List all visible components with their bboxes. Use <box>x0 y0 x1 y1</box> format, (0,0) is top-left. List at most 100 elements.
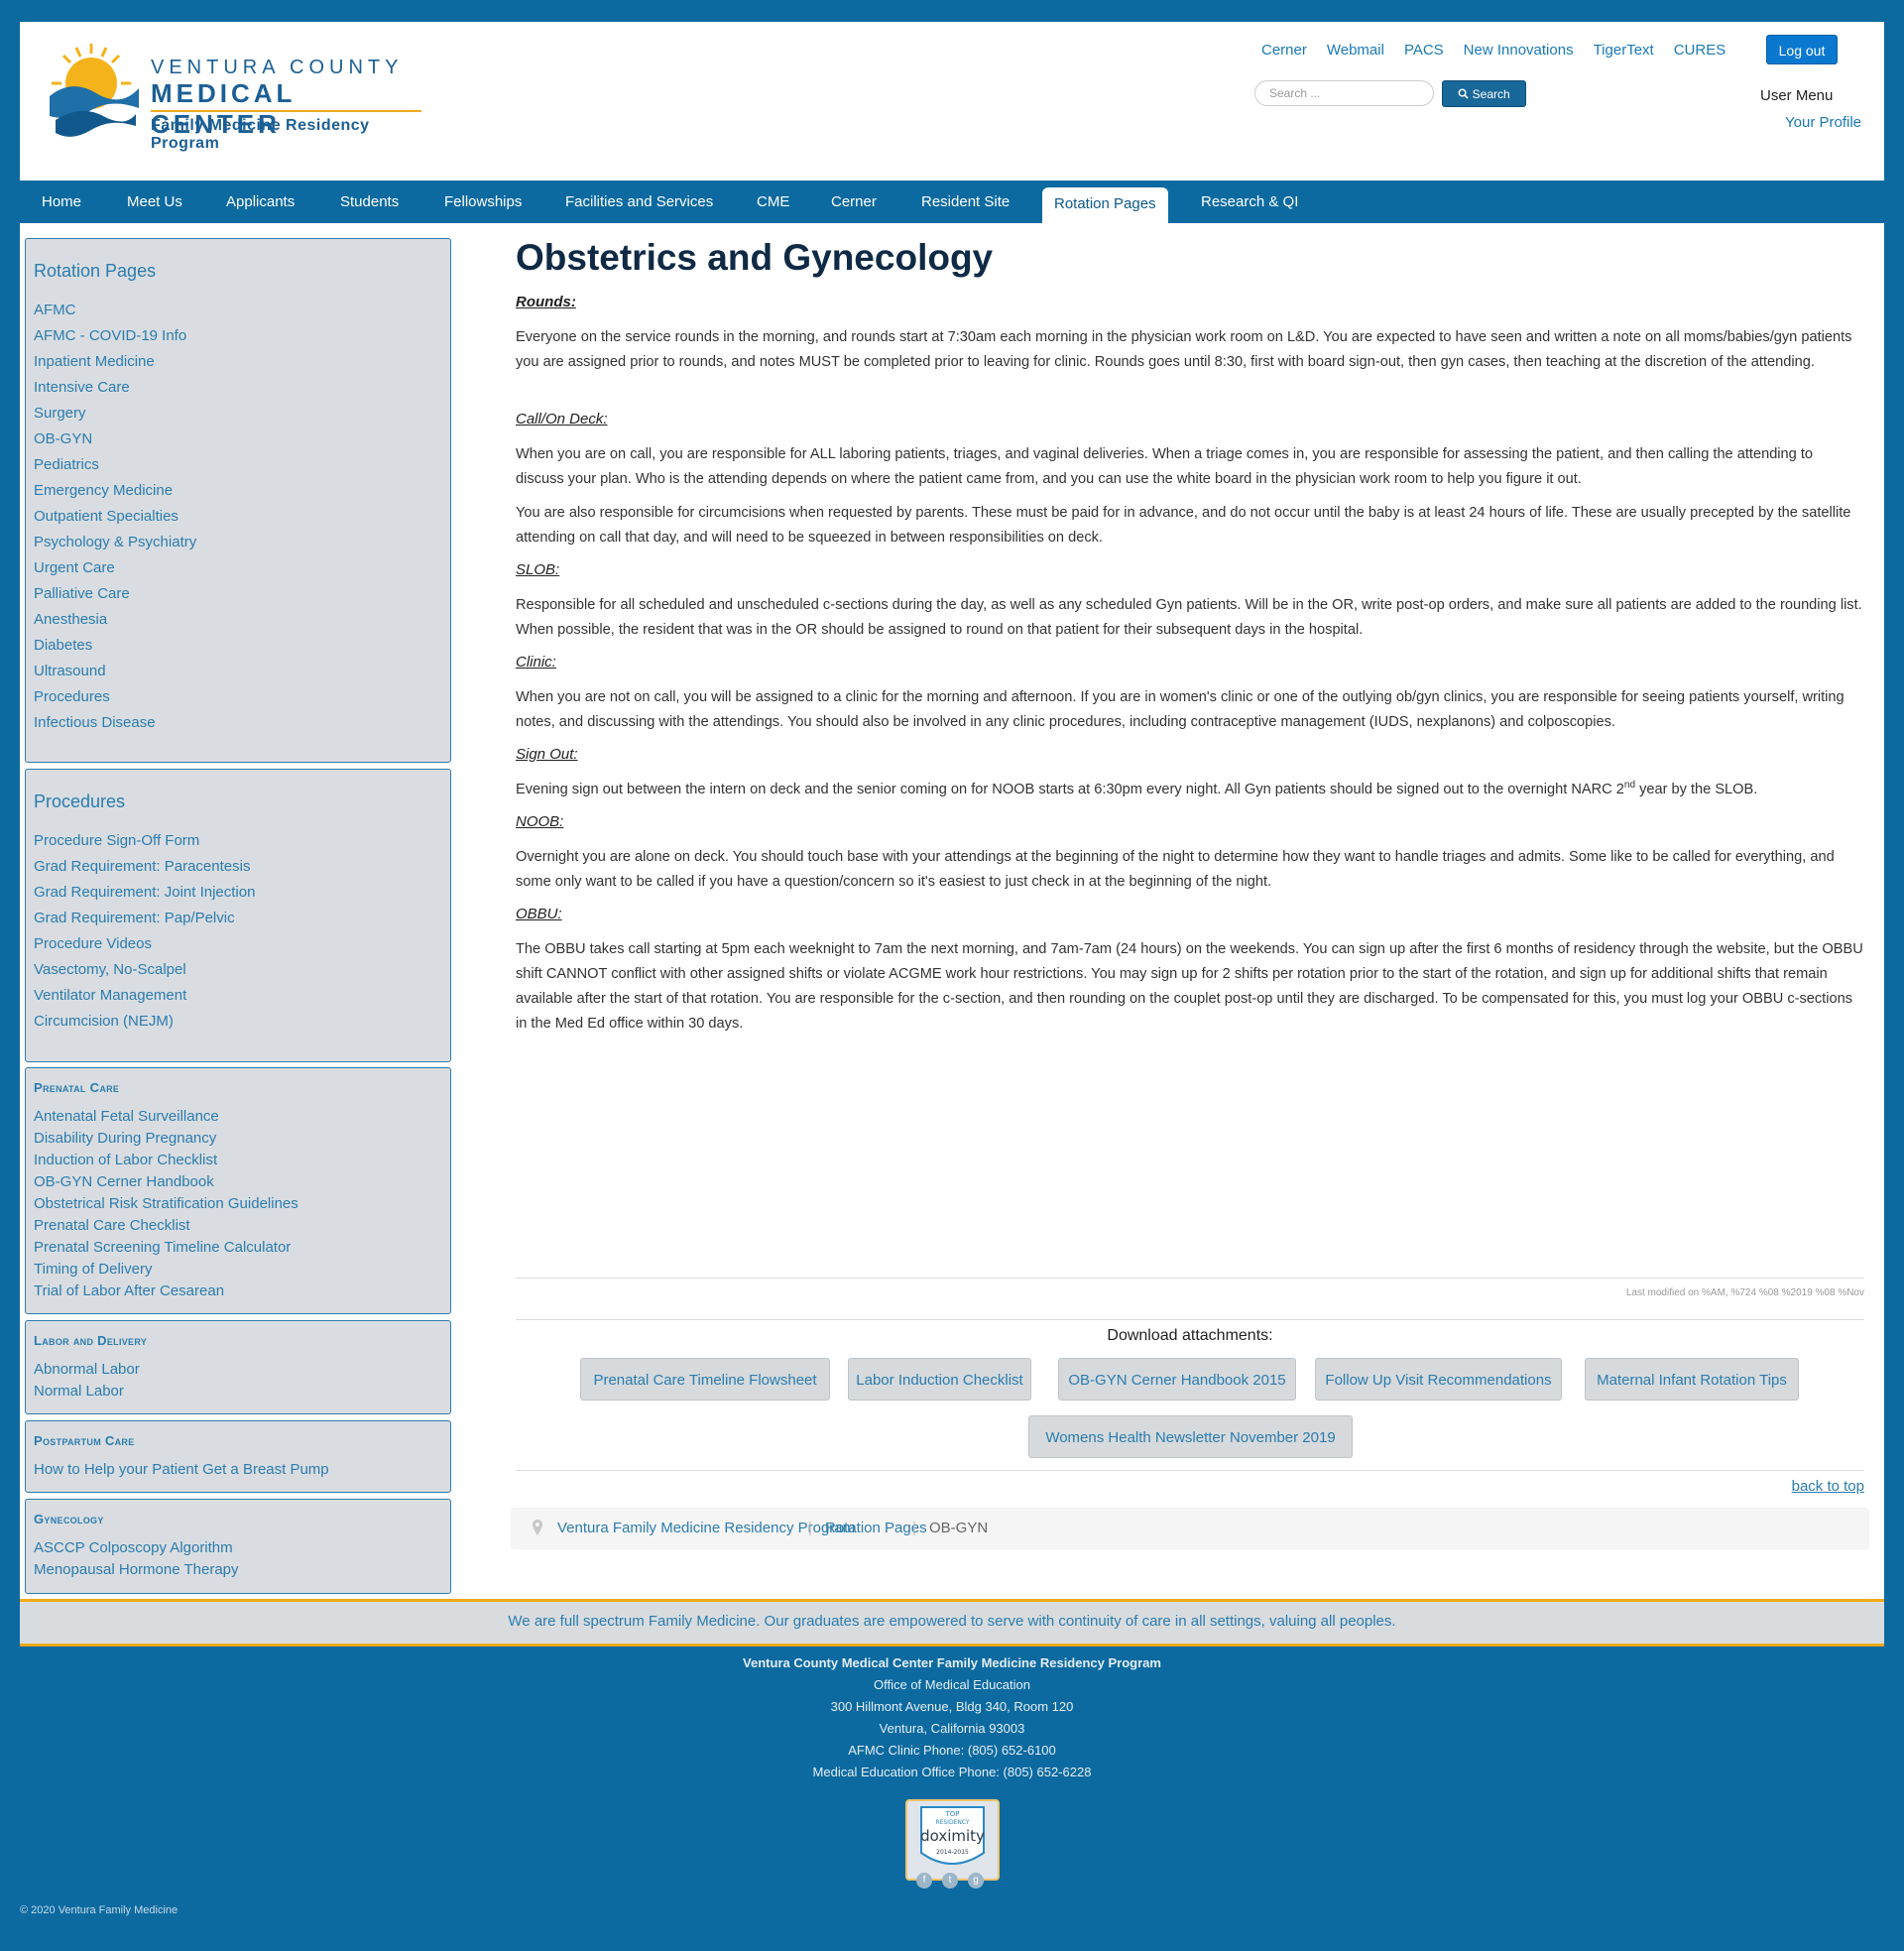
sidebar-item-procedures[interactable]: Procedures <box>34 688 110 705</box>
sidebar-item-tolac[interactable]: Trial of Labor After Cesarean <box>34 1282 224 1299</box>
google-plus-icon[interactable]: g <box>968 1873 984 1889</box>
divider <box>516 1319 1864 1320</box>
nav-students[interactable]: Students <box>328 183 411 223</box>
sidebar-item-procedure-signoff[interactable]: Procedure Sign-Off Form <box>34 832 199 849</box>
sidebar-item-normal-labor[interactable]: Normal Labor <box>34 1383 124 1400</box>
sidebar-procedures: Procedures Procedure Sign-Off Form Grad … <box>25 769 451 1062</box>
nav-facilities-services[interactable]: Facilities and Services <box>553 183 725 223</box>
section-heading-noob: NOOB: <box>516 813 564 830</box>
sidebar-item-cerner-handbook[interactable]: OB-GYN Cerner Handbook <box>34 1173 214 1190</box>
sidebar-item-psychology-psychiatry[interactable]: Psychology & Psychiatry <box>34 534 196 550</box>
footer-phone-clinic: AFMC Clinic Phone: (805) 652-6100 <box>848 1743 1056 1758</box>
facebook-icon[interactable]: f <box>916 1873 932 1889</box>
sidebar-item-pap-pelvic[interactable]: Grad Requirement: Pap/Pelvic <box>34 910 235 926</box>
breadcrumb: Ventura Family Medicine Residency Progra… <box>511 1508 1869 1549</box>
sidebar-item-menopausal-hrt[interactable]: Menopausal Hormone Therapy <box>34 1561 239 1578</box>
sidebar-item-urgent-care[interactable]: Urgent Care <box>34 559 115 576</box>
sidebar-item-paracentesis[interactable]: Grad Requirement: Paracentesis <box>34 858 250 875</box>
top-link-tigertext[interactable]: TigerText <box>1594 41 1654 61</box>
top-link-cures[interactable]: CURES <box>1674 41 1726 61</box>
sidebar-item-vasectomy[interactable]: Vasectomy, No-Scalpel <box>34 961 186 978</box>
attachment-maternal-infant[interactable]: Maternal Infant Rotation Tips <box>1585 1358 1799 1401</box>
attachment-cerner-handbook[interactable]: OB-GYN Cerner Handbook 2015 <box>1058 1358 1296 1401</box>
nav-resident-site[interactable]: Resident Site <box>909 183 1021 223</box>
logo-divider <box>151 110 421 112</box>
badge-residency: RESIDENCY <box>935 1819 970 1826</box>
sidebar-item-risk-stratification[interactable]: Obstetrical Risk Stratification Guidelin… <box>34 1195 298 1212</box>
nav-cme[interactable]: CME <box>745 183 801 223</box>
sidebar-item-ventilator[interactable]: Ventilator Management <box>34 987 186 1004</box>
sidebar-item-asccp[interactable]: ASCCP Colposcopy Algorithm <box>34 1539 233 1556</box>
section-heading-call: Call/On Deck: <box>516 411 608 427</box>
sidebar-item-antenatal-surveillance[interactable]: Antenatal Fetal Surveillance <box>34 1108 219 1125</box>
sidebar-item-ob-gyn[interactable]: OB-GYN <box>34 430 92 447</box>
top-link-cerner[interactable]: Cerner <box>1261 41 1307 61</box>
sidebar-item-breast-pump[interactable]: How to Help your Patient Get a Breast Pu… <box>34 1461 329 1478</box>
search-button[interactable]: Search <box>1442 80 1526 107</box>
sidebar-item-prenatal-checklist[interactable]: Prenatal Care Checklist <box>34 1217 190 1234</box>
sidebar-item-screening-calculator[interactable]: Prenatal Screening Timeline Calculator <box>34 1239 291 1256</box>
sidebar-item-afmc[interactable]: AFMC <box>34 302 76 318</box>
section-text-signout: Evening sign out between the intern on d… <box>516 778 1864 802</box>
page-title: Obstetrics and Gynecology <box>516 237 994 278</box>
nav-research-qi[interactable]: Research & QI <box>1189 183 1310 223</box>
sidebar-item-procedure-videos[interactable]: Procedure Videos <box>34 935 152 952</box>
section-heading-clinic: Clinic: <box>516 654 556 671</box>
divider <box>516 1278 1864 1279</box>
top-link-new-innovations[interactable]: New Innovations <box>1464 41 1574 61</box>
sidebar-item-palliative-care[interactable]: Palliative Care <box>34 585 130 602</box>
divider <box>516 1470 1864 1471</box>
site-header: VENTURA COUNTY MEDICAL CENTER Family Med… <box>20 22 1884 181</box>
nav-rotation-pages[interactable]: Rotation Pages <box>1042 187 1168 224</box>
sidebar-item-intensive-care[interactable]: Intensive Care <box>34 379 130 396</box>
copyright: © 2020 Ventura Family Medicine <box>20 1904 178 1916</box>
sidebar-rotation-pages-title: Rotation Pages <box>34 261 157 281</box>
sidebar-item-anesthesia[interactable]: Anesthesia <box>34 611 107 628</box>
sidebar-item-timing-delivery[interactable]: Timing of Delivery <box>34 1261 152 1278</box>
sidebar-item-disability-pregnancy[interactable]: Disability During Pregnancy <box>34 1130 216 1147</box>
section-text-rounds: Everyone on the service rounds in the mo… <box>516 329 1852 370</box>
sidebar-item-ultrasound[interactable]: Ultrasound <box>34 663 106 679</box>
sidebar-procedures-title: Procedures <box>34 792 126 811</box>
sidebar-item-diabetes[interactable]: Diabetes <box>34 637 92 654</box>
nav-meet-us[interactable]: Meet Us <box>115 183 194 223</box>
sidebar-item-afmc-covid[interactable]: AFMC - COVID-19 Info <box>34 327 186 344</box>
footer-address-2: Ventura, California 93003 <box>879 1721 1025 1736</box>
sidebar-item-abnormal-labor[interactable]: Abnormal Labor <box>34 1361 140 1378</box>
top-link-webmail[interactable]: Webmail <box>1327 41 1384 61</box>
sidebar-item-surgery[interactable]: Surgery <box>34 405 86 422</box>
sidebar-postpartum-title: Postpartum Care <box>34 1433 135 1448</box>
search-input[interactable]: Search ... <box>1254 80 1434 106</box>
sidebar-item-emergency-medicine[interactable]: Emergency Medicine <box>34 482 173 499</box>
nav-home[interactable]: Home <box>30 183 93 223</box>
sun-wave-logo-icon <box>50 44 139 137</box>
attachment-follow-up[interactable]: Follow Up Visit Recommendations <box>1315 1358 1562 1401</box>
download-attachments-label: Download attachments: <box>1107 1327 1273 1344</box>
section-heading-obbu: OBBU: <box>516 906 562 922</box>
nav-cerner[interactable]: Cerner <box>819 183 889 223</box>
signout-superscript: nd <box>1623 780 1636 792</box>
top-link-pacs[interactable]: PACS <box>1404 41 1444 61</box>
section-text-clinic: When you are not on call, you will be as… <box>516 689 1844 730</box>
sidebar-item-outpatient-specialties[interactable]: Outpatient Specialties <box>34 508 178 525</box>
attachment-labor-induction[interactable]: Labor Induction Checklist <box>848 1358 1031 1401</box>
footer-address-1: 300 Hillmont Avenue, Bldg 340, Room 120 <box>830 1699 1074 1714</box>
attachment-prenatal-flowsheet[interactable]: Prenatal Care Timeline Flowsheet <box>580 1358 830 1401</box>
sidebar-prenatal-care: Prenatal Care Antenatal Fetal Surveillan… <box>25 1067 451 1314</box>
sidebar-item-circumcision[interactable]: Circumcision (NEJM) <box>34 1013 174 1030</box>
nav-applicants[interactable]: Applicants <box>214 183 306 223</box>
sidebar-item-pediatrics[interactable]: Pediatrics <box>34 456 99 473</box>
attachment-newsletter[interactable]: Womens Health Newsletter November 2019 <box>1028 1415 1353 1458</box>
back-to-top-link[interactable]: back to top <box>1792 1478 1864 1495</box>
nav-fellowships[interactable]: Fellowships <box>432 183 534 223</box>
sidebar-item-joint-injection[interactable]: Grad Requirement: Joint Injection <box>34 884 255 901</box>
doximity-badge[interactable]: TOP RESIDENCY doximity 2014-2015 <box>905 1799 1000 1881</box>
sidebar-item-inpatient-medicine[interactable]: Inpatient Medicine <box>34 353 155 370</box>
sidebar-item-infectious-disease[interactable]: Infectious Disease <box>34 714 156 731</box>
twitter-icon[interactable]: t <box>942 1873 958 1889</box>
section-heading-signout: Sign Out: <box>516 746 578 763</box>
site-logo[interactable]: VENTURA COUNTY MEDICAL CENTER Family Med… <box>42 39 428 152</box>
logout-button[interactable]: Log out <box>1766 35 1838 64</box>
sidebar-item-induction-checklist[interactable]: Induction of Labor Checklist <box>34 1152 217 1168</box>
your-profile-link[interactable]: Your Profile <box>1785 114 1861 131</box>
